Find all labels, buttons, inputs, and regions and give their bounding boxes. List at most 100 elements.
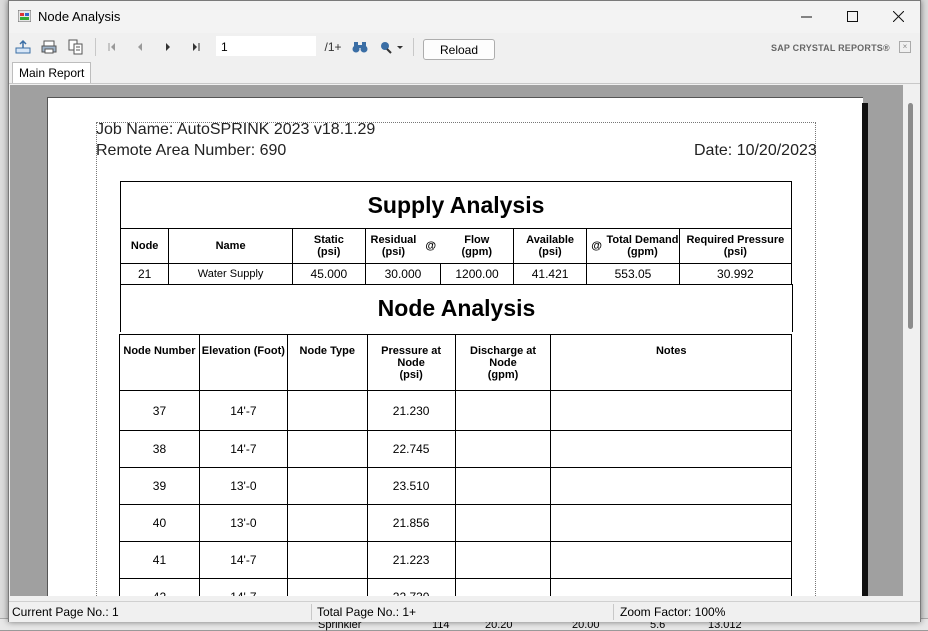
last-page-icon [193,43,200,51]
supply-header-available-label: Available [526,234,575,246]
toolbar-separator [95,38,96,56]
supply-header-static-label: Static [313,234,344,246]
supply-header-residual-label: Residual [370,234,417,246]
node-cell-notes [550,578,792,596]
supply-header-static-unit: (psi) [317,246,341,258]
node-cell-elevation: 14'-7 [198,541,288,579]
node-cell-number: 41 [119,541,200,579]
supply-header-available: Available (psi) [513,228,588,264]
node-cell-notes [550,504,792,542]
page-number-input[interactable]: 1 [216,36,316,56]
node-cell-number: 40 [119,504,200,542]
supply-cell-flow: 1200.00 [440,263,515,285]
supply-header-required-label: Required Pressure [686,234,785,246]
node-cell-pressure: 23.510 [366,467,456,505]
current-page-status: Current Page No.: 1 [12,605,119,619]
status-divider [613,604,614,620]
node-header-notes: Notes [550,334,792,391]
supply-cell-demand: 553.05 [586,263,680,285]
window-title: Node Analysis [38,9,121,24]
node-cell-pressure: 22.745 [366,430,456,468]
supply-cell-required: 30.992 [678,263,793,285]
node-cell-number: 38 [119,430,200,468]
supply-header-residual-unit: (psi) [381,246,406,258]
node-cell-pressure: 21.223 [366,541,456,579]
node-cell-notes [550,467,792,505]
node-cell-number: 37 [119,390,200,431]
next-page-button[interactable] [159,38,177,56]
supply-cell-node: 21 [119,263,170,285]
node-cell-elevation: 14'-7 [198,578,288,596]
node-cell-number: 42 [119,578,200,596]
minimize-icon [800,16,812,17]
node-cell-discharge [454,504,552,542]
node-cell-pressure: 21.230 [366,390,456,431]
node-cell-elevation: 13'-0 [198,467,288,505]
supply-analysis-table: Supply Analysis Node Name Static (psi) Re… [119,181,793,285]
zoom-dropdown-button[interactable] [376,38,406,56]
zoom-factor-status: Zoom Factor: 100% [620,605,726,619]
first-page-button[interactable] [103,38,121,56]
node-cell-discharge [454,467,552,505]
minimize-button[interactable] [783,1,829,31]
node-cell-type [286,430,368,468]
supply-analysis-title: Supply Analysis [120,181,792,229]
node-header-elevation: Elevation (Foot) [198,334,288,391]
supply-header-flow: Flow (gpm) [440,228,515,264]
last-page-button[interactable] [187,38,205,56]
supply-cell-residual: 30.000 [364,263,442,285]
node-cell-elevation: 14'-7 [198,430,288,468]
close-brand-icon[interactable]: × [899,41,911,53]
node-cell-type [286,578,368,596]
node-cell-elevation: 13'-0 [198,504,288,542]
node-analysis-table: Node Number Elevation (Foot) Node Type P… [119,334,792,596]
scrollbar-thumb[interactable] [908,103,913,329]
supply-cell-name: Water Supply [168,263,293,285]
node-cell-discharge [454,390,552,431]
remote-area-number: Remote Area Number: 690 [96,142,287,159]
toggle-group-tree-button[interactable] [66,38,86,56]
table-row: 39 13'-0 23.510 [119,467,792,505]
node-cell-type [286,467,368,505]
print-button[interactable] [39,38,59,56]
node-cell-pressure: 21.856 [366,504,456,542]
report-date: Date: 10/20/2023 [694,142,817,159]
supply-header-static: Static (psi) [291,228,366,264]
node-header-pressure-line2: Node [397,357,425,369]
supply-header-node: Node [119,228,170,264]
total-page-status: Total Page No.: 1+ [317,605,417,619]
close-icon [892,10,904,22]
tab-bar: Main Report [9,61,920,84]
previous-page-button[interactable] [131,38,149,56]
find-text-button[interactable] [350,38,370,56]
page-total-label: /1+ [324,40,342,54]
tab-main-report[interactable]: Main Report [12,62,92,83]
node-cell-pressure: 22.730 [366,578,456,596]
toolbar: 1 /1+ Reload SAP CRYSTAL REPORTS® × [9,33,920,61]
report-page: Job Name: AutoSPRINK 2023 v18.1.29 Remot… [47,97,863,596]
reload-button[interactable]: Reload [423,39,495,60]
table-row: 41 14'-7 21.223 [119,541,792,579]
node-cell-type [286,504,368,542]
supply-header-at: @ [586,228,607,264]
supply-cell-static: 45.000 [291,263,366,285]
previous-page-icon [138,43,142,51]
vertical-scrollbar[interactable] [903,85,919,596]
supply-header-flow-label: Flow [464,234,490,246]
maximize-button[interactable] [829,1,875,31]
first-page-icon [108,43,115,51]
node-cell-discharge [454,578,552,596]
next-page-icon [166,43,170,51]
node-cell-type [286,541,368,579]
export-button[interactable] [13,38,33,56]
supply-header-demand-unit: (gpm) [627,246,658,258]
toolbar-separator [413,38,414,56]
status-divider [311,604,312,620]
close-button[interactable] [875,1,921,31]
table-row: 42 14'-7 22.730 [119,578,792,596]
node-header-discharge-line1: Discharge at [470,345,537,357]
node-cell-discharge [454,541,552,579]
node-header-discharge-unit: (gpm) [487,369,519,381]
binoculars-icon [352,42,368,53]
status-bar: Current Page No.: 1 Total Page No.: 1+ Z… [9,601,920,622]
